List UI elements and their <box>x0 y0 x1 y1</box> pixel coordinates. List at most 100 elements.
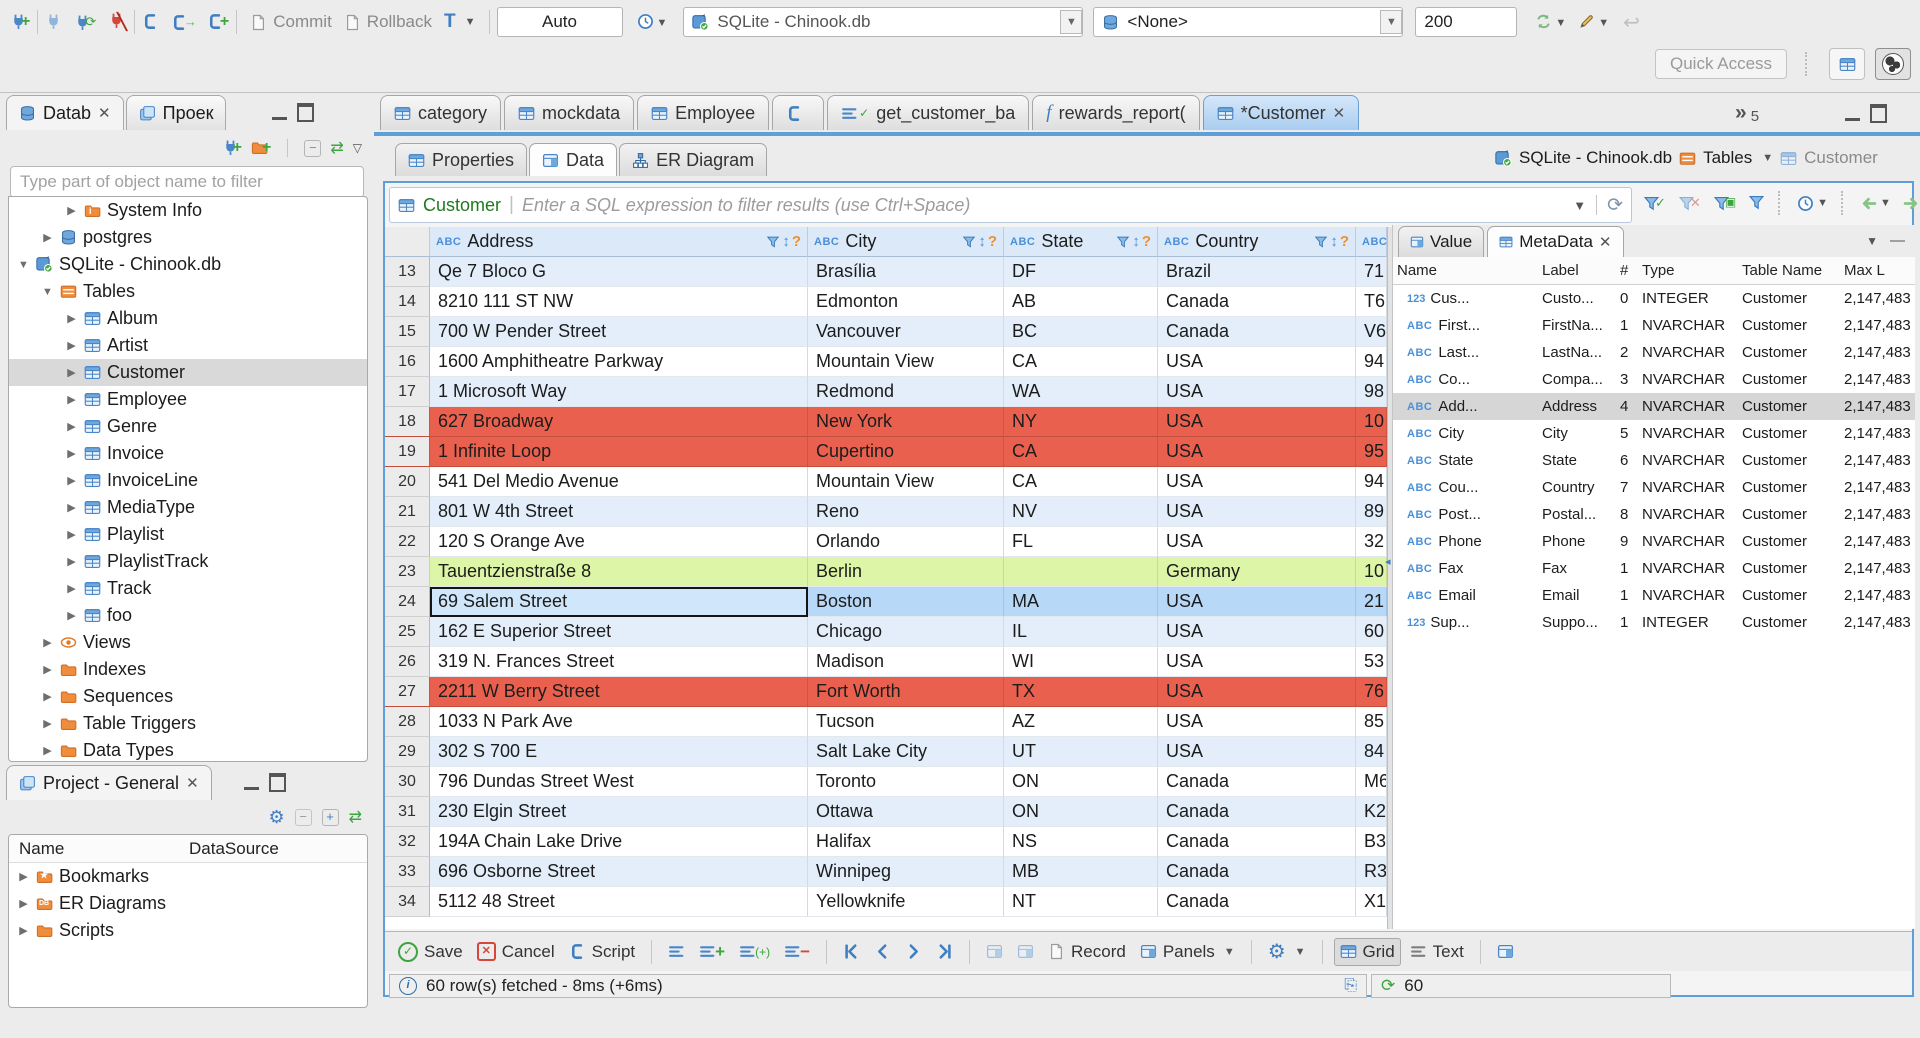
remove-filter-button[interactable]: ✕ <box>1678 195 1701 212</box>
meta-column-name[interactable]: Name <box>1397 262 1542 279</box>
meta-cell-ordinal[interactable]: 7 <box>1616 474 1638 501</box>
editor-tab-employee[interactable]: Employee <box>637 95 770 130</box>
meta-cell-label[interactable]: Country <box>1538 474 1616 501</box>
sidebar-item-sqlite---chinook-db[interactable]: ▼ SQLite - Chinook.db <box>9 251 367 278</box>
meta-cell-type[interactable]: NVARCHAR <box>1638 393 1738 420</box>
cell-extra[interactable]: 95 <box>1356 437 1387 467</box>
chevron-right-icon[interactable]: ▶ <box>65 555 78 568</box>
meta-cell-max-length[interactable]: 2,147,483 <box>1840 312 1915 339</box>
minimize-icon[interactable] <box>243 776 259 790</box>
meta-cell-max-length[interactable]: 2,147,483 <box>1840 339 1915 366</box>
collapse-all-icon[interactable]: − <box>304 139 322 157</box>
save-button[interactable]: ✓ Save <box>393 939 468 965</box>
view-menu-icon[interactable]: ▽ <box>353 141 362 155</box>
sidebar-item-playlisttrack[interactable]: ▶ PlaylistTrack <box>9 548 367 575</box>
meta-cell-table[interactable]: Customer <box>1738 609 1840 636</box>
cell-state[interactable]: BC <box>1004 317 1158 347</box>
cell-state[interactable]: ON <box>1004 797 1158 827</box>
cell-city[interactable]: Reno <box>808 497 1004 527</box>
new-connection-small-button[interactable]: + <box>222 139 242 157</box>
sidebar-item-postgres[interactable]: ▶ postgres <box>9 224 367 251</box>
cell-country[interactable]: Canada <box>1158 827 1356 857</box>
cell-address[interactable]: 69 Salem Street <box>430 587 808 617</box>
cell-city[interactable]: Cupertino <box>808 437 1004 467</box>
meta-cell-type[interactable]: INTEGER <box>1638 609 1738 636</box>
meta-cell-max-length[interactable]: 2,147,483 <box>1840 528 1915 555</box>
tab-value[interactable]: Value <box>1398 226 1485 257</box>
cell-state[interactable]: IL <box>1004 617 1158 647</box>
reconnect-button[interactable]: ⟳ <box>74 14 96 31</box>
cell-city[interactable]: New York <box>808 407 1004 437</box>
cell-extra[interactable]: 98 <box>1356 377 1387 407</box>
cell-state[interactable]: WA <box>1004 377 1158 407</box>
cancel-button[interactable]: ✕ Cancel <box>472 939 560 965</box>
cell-city[interactable]: Mountain View <box>808 347 1004 377</box>
meta-cell-max-length[interactable]: 2,147,483 <box>1840 447 1915 474</box>
copy-status-icon[interactable]: ⎘ <box>1344 977 1357 995</box>
gear-icon[interactable]: ⚙ <box>268 807 284 828</box>
cell-country[interactable]: USA <box>1158 587 1356 617</box>
metadata-row[interactable]: ABC Add... Address 4 NVARCHAR Customer 2,147,4… <box>1393 393 1915 420</box>
sidebar-item-system-info[interactable]: ▶ i System Info <box>9 197 367 224</box>
chevron-right-icon[interactable]: ▶ <box>41 717 54 730</box>
chevron-right-icon[interactable]: ▶ <box>41 663 54 676</box>
refresh-icon[interactable]: ⟳ <box>1607 194 1623 217</box>
cell-address[interactable]: 319 N. Frances Street <box>430 647 808 677</box>
meta-cell-max-length[interactable]: 2,147,483 <box>1840 609 1915 636</box>
chevron-right-icon[interactable]: ▶ <box>65 420 78 433</box>
table-row[interactable]: 20 541 Del Medio Avenue Mountain View CA USA… <box>385 467 1387 497</box>
table-row[interactable]: 26 319 N. Frances Street Madison WI USA 53 <box>385 647 1387 677</box>
cell-country[interactable]: Canada <box>1158 857 1356 887</box>
meta-cell-ordinal[interactable]: 3 <box>1616 366 1638 393</box>
cell-extra[interactable]: 53 <box>1356 647 1387 677</box>
project-item-bookmarks[interactable]: ▶ ★ Bookmarks <box>9 863 367 890</box>
meta-column-[interactable]: # <box>1620 262 1642 279</box>
minimize-icon[interactable] <box>1845 107 1860 121</box>
meta-cell-max-length[interactable]: 2,147,483 <box>1840 393 1915 420</box>
cell-country[interactable]: USA <box>1158 617 1356 647</box>
cell-country[interactable]: Canada <box>1158 887 1356 917</box>
cell-address[interactable]: 801 W 4th Street <box>430 497 808 527</box>
meta-cell-name[interactable]: ABC Fax <box>1393 555 1538 582</box>
save-filter-button[interactable]: ▣ <box>1713 195 1736 212</box>
meta-cell-max-length[interactable]: 2,147,483 <box>1840 474 1915 501</box>
meta-cell-label[interactable]: Suppo... <box>1538 609 1616 636</box>
meta-cell-table[interactable]: Customer <box>1738 339 1840 366</box>
cell-country[interactable]: USA <box>1158 347 1356 377</box>
cell-city[interactable]: Madison <box>808 647 1004 677</box>
editor-tab-getcustomerba[interactable]: ✓ get_customer_ba <box>827 95 1030 130</box>
meta-cell-name[interactable]: 123 Sup... <box>1393 609 1538 636</box>
filter-expression-input[interactable]: Enter a SQL expression to filter results… <box>522 195 970 216</box>
close-icon[interactable]: ✕ <box>1599 233 1612 251</box>
last-row-button[interactable] <box>931 940 958 963</box>
cell-city[interactable]: Berlin <box>808 557 1004 587</box>
tab-overflow[interactable]: » 5 <box>1735 100 1759 126</box>
cell-address[interactable]: 194A Chain Lake Drive <box>430 827 808 857</box>
cell-address[interactable]: 627 Broadway <box>430 407 808 437</box>
table-row[interactable]: 21 801 W 4th Street Reno NV USA 89 <box>385 497 1387 527</box>
new-sql-script-button[interactable]: + <box>207 13 229 31</box>
transaction-history-button[interactable]: ▼ <box>637 13 667 31</box>
table-row[interactable]: 23 Tauentzienstraße 8 Berlin Germany 10 <box>385 557 1387 587</box>
sidebar-item-invoice[interactable]: ▶ Invoice <box>9 440 367 467</box>
meta-cell-type[interactable]: NVARCHAR <box>1638 555 1738 582</box>
sidebar-item-artist[interactable]: ▶ Artist <box>9 332 367 359</box>
sidebar-item-views[interactable]: ▶ Views <box>9 629 367 656</box>
cell-address[interactable]: Qe 7 Bloco G <box>430 257 808 287</box>
metadata-row[interactable]: ABC Last... LastNa... 2 NVARCHAR Customer 2,14… <box>1393 339 1915 366</box>
chevron-right-icon[interactable]: ▶ <box>65 501 78 514</box>
breadcrumb-db[interactable]: SQLite - Chinook.db <box>1519 148 1672 168</box>
meta-cell-ordinal[interactable]: 8 <box>1616 501 1638 528</box>
cell-country[interactable]: USA <box>1158 647 1356 677</box>
commit-mode-combo[interactable]: Auto <box>496 7 623 37</box>
meta-cell-table[interactable]: Customer <box>1738 312 1840 339</box>
breadcrumb-table[interactable]: Customer <box>1804 148 1878 168</box>
meta-cell-name[interactable]: ABC Phone <box>1393 528 1538 555</box>
chevron-right-icon[interactable]: ▶ <box>65 393 78 406</box>
cell-extra[interactable]: M6 <box>1356 767 1387 797</box>
tab-er-diagram[interactable]: ER Diagram <box>619 143 768 176</box>
cell-state[interactable]: CA <box>1004 347 1158 377</box>
cell-country[interactable]: USA <box>1158 407 1356 437</box>
sidebar-item-album[interactable]: ▶ Album <box>9 305 367 332</box>
add-row-button[interactable]: + <box>694 939 730 965</box>
